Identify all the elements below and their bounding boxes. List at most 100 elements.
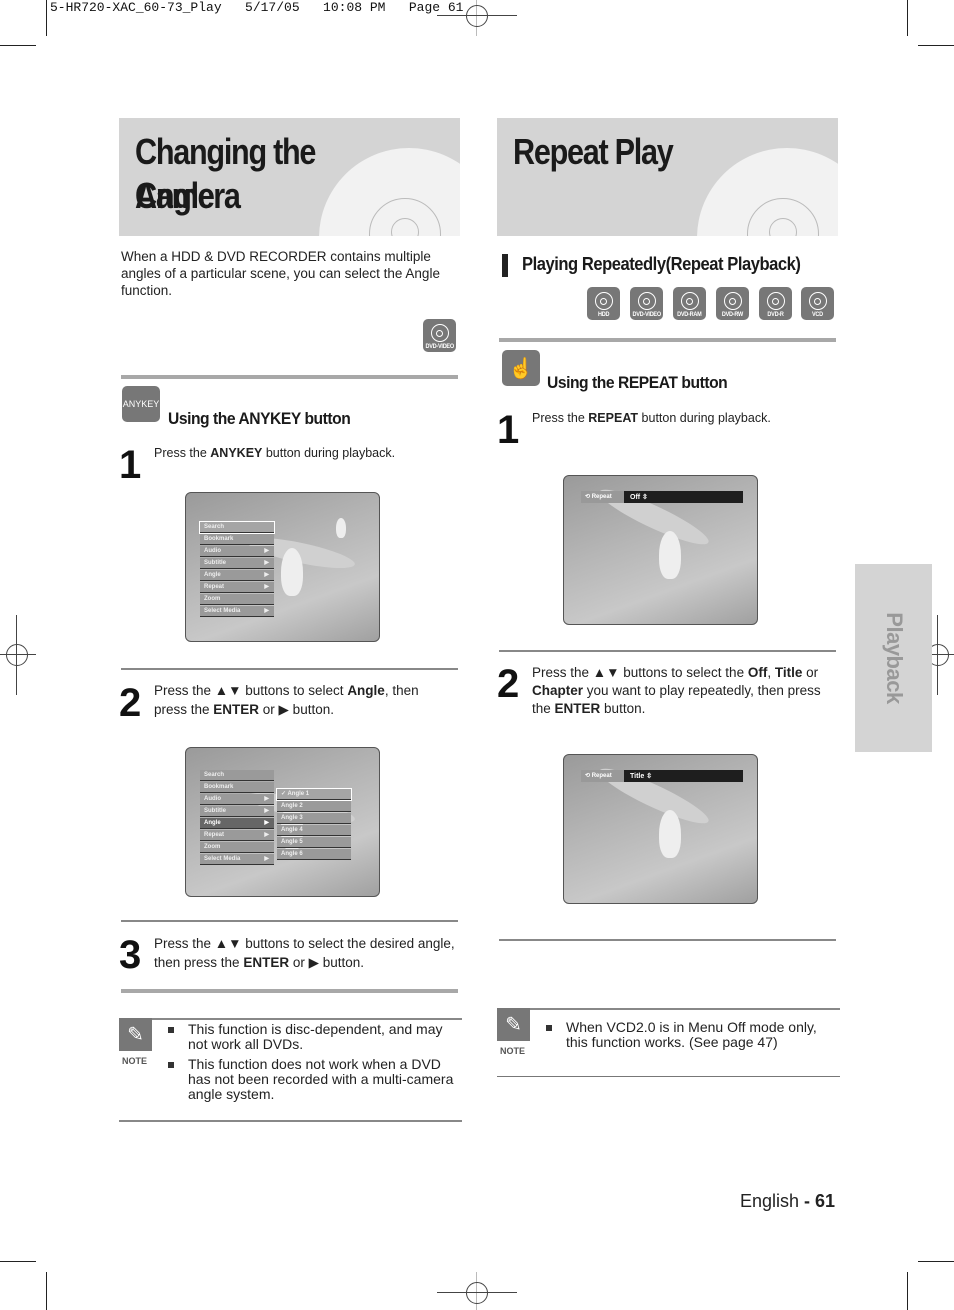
dvd-r-badge: DVD-R — [759, 287, 792, 320]
anykey-icon: ANYKEY — [122, 386, 160, 422]
chapter-side-tab: Playback — [855, 564, 932, 752]
repeat-osd-label: ⟲ Repeat — [581, 770, 624, 782]
step-number: 1 — [497, 408, 520, 452]
menu-item-audio[interactable]: Audio ▶ — [200, 794, 274, 805]
crop-mark — [0, 1261, 36, 1262]
repeat-osd-value[interactable]: Title ⇳ — [624, 772, 652, 780]
section-heading: Playing Repeatedly(Repeat Playback) — [522, 254, 801, 274]
print-slug: 5-HR720-XAC_60-73_Play 5/17/05 10:08 PM … — [50, 0, 464, 15]
divider — [121, 375, 458, 379]
disc-icon — [680, 292, 699, 310]
step-number: 2 — [497, 662, 520, 706]
step-1-text: Press the ANYKEY button during playback. — [154, 446, 396, 460]
page-title-line2: Angle — [135, 175, 215, 216]
menu-item-repeat[interactable]: Repeat ▶ — [200, 582, 274, 593]
note-item: This function does not work when a DVD h… — [166, 1057, 456, 1102]
menu-item-select-media[interactable]: Select Media ▶ — [200, 606, 274, 617]
crop-mark — [0, 45, 36, 46]
vcd-badge: VCD — [801, 287, 834, 320]
crop-mark — [918, 1261, 954, 1262]
menu-item-search[interactable]: Search — [199, 521, 275, 534]
dvd-ram-badge: DVD-RAM — [673, 287, 706, 320]
step-2-text: Press the ▲▼ buttons to select the Off, … — [532, 665, 821, 716]
angle-option[interactable]: Angle 5 — [277, 837, 351, 848]
note-list: This function is disc-dependent, and may… — [166, 1022, 456, 1107]
angle-option[interactable]: Angle 6 — [277, 849, 351, 860]
crop-mark — [46, 1272, 47, 1310]
hdd-icon — [594, 292, 613, 310]
menu-item-angle[interactable]: Angle ▶ — [200, 570, 274, 581]
dvd-video-badge: DVD-VIDEO — [423, 319, 456, 352]
step-number: 3 — [119, 933, 142, 977]
menu-item-bookmark[interactable]: Bookmark — [200, 782, 274, 793]
dvd-rw-badge: DVD-RW — [716, 287, 749, 320]
right-title-banner: Repeat Play — [497, 118, 838, 236]
hand-press-icon: ☝ — [502, 350, 540, 386]
intro-text: When a HDD & DVD RECORDER contains multi… — [121, 249, 440, 298]
crop-mark — [46, 0, 47, 36]
page-title: Repeat Play — [513, 131, 674, 172]
repeat-subheading: Using the REPEAT button — [547, 373, 728, 392]
disc-icon — [808, 292, 827, 310]
anykey-menu: Search Bookmark Audio ▶ Subtitle ▶ Angle ▶ … — [199, 521, 275, 618]
note-top-rule — [119, 1018, 462, 1020]
disc-icon — [637, 292, 656, 310]
crop-mark — [907, 0, 908, 36]
menu-item-search[interactable]: Search — [200, 770, 274, 781]
pencil-icon: ✎ — [119, 1018, 152, 1051]
menu-item-angle[interactable]: Angle ▶ — [200, 818, 274, 829]
angle-option[interactable]: ✓ Angle 1 — [276, 788, 352, 801]
divider — [121, 920, 458, 922]
chapter-tab-label: Playback — [881, 612, 907, 704]
seagull-image — [659, 531, 681, 579]
note-label: NOTE — [122, 1056, 148, 1066]
hdd-badge: HDD — [587, 287, 620, 320]
angle-submenu: ✓ Angle 1 Angle 2 Angle 3 Angle 4 Angle … — [276, 788, 352, 861]
note-list: When VCD2.0 is in Menu Off mode only, th… — [544, 1020, 834, 1055]
registration-mark — [466, 5, 488, 27]
step-2-text: Press the ▲▼ buttons to select Angle, th… — [154, 683, 419, 717]
repeat-osd-bar: ⟲ Repeat Off ⇳ — [581, 491, 743, 503]
divider — [499, 939, 836, 941]
disc-icon — [430, 324, 449, 342]
repeat-osd-label: ⟲ Repeat — [581, 491, 624, 503]
left-title-banner: Changing the Camera Angle — [119, 118, 460, 236]
registration-mark — [466, 1282, 488, 1304]
menu-item-zoom[interactable]: Zoom — [200, 842, 274, 853]
divider — [499, 650, 836, 652]
menu-item-bookmark[interactable]: Bookmark — [200, 534, 274, 545]
crop-mark — [907, 1272, 908, 1310]
disc-icon — [766, 292, 785, 310]
disc-icon — [723, 292, 742, 310]
angle-option[interactable]: Angle 3 — [277, 813, 351, 824]
note-bottom-rule — [119, 1120, 462, 1122]
step-number: 1 — [119, 443, 142, 487]
osd-screenshot-repeat-title: ⟲ Repeat Title ⇳ — [563, 754, 758, 904]
note-item: When VCD2.0 is in Menu Off mode only, th… — [544, 1020, 834, 1050]
anykey-menu: Search Bookmark Audio ▶ Subtitle ▶ Angle ▶ … — [200, 770, 274, 866]
step-number: 2 — [119, 681, 142, 725]
osd-screenshot-menu: Search Bookmark Audio ▶ Subtitle ▶ Angle ▶ … — [185, 492, 380, 642]
repeat-osd-bar: ⟲ Repeat Title ⇳ — [581, 770, 743, 782]
angle-option[interactable]: Angle 4 — [277, 825, 351, 836]
note-item: This function is disc-dependent, and may… — [166, 1022, 456, 1052]
crop-mark — [918, 45, 954, 46]
note-top-rule — [497, 1008, 840, 1010]
angle-option[interactable]: Angle 2 — [277, 801, 351, 812]
divider — [121, 668, 458, 670]
menu-item-audio[interactable]: Audio ▶ — [200, 546, 274, 557]
menu-item-select-media[interactable]: Select Media ▶ — [200, 854, 274, 865]
step-1-text: Press the REPEAT button during playback. — [532, 411, 771, 425]
repeat-osd-value[interactable]: Off ⇳ — [624, 493, 648, 501]
menu-item-subtitle[interactable]: Subtitle ▶ — [200, 558, 274, 569]
divider — [121, 989, 458, 993]
menu-item-zoom[interactable]: Zoom — [200, 594, 274, 605]
osd-screenshot-repeat-off: ⟲ Repeat Off ⇳ — [563, 475, 758, 625]
step-3-text: Press the ▲▼ buttons to select the desir… — [154, 936, 455, 970]
divider — [499, 338, 836, 342]
seagull-image — [281, 548, 303, 596]
menu-item-subtitle[interactable]: Subtitle ▶ — [200, 806, 274, 817]
menu-item-repeat[interactable]: Repeat ▶ — [200, 830, 274, 841]
note-bottom-rule — [497, 1076, 840, 1077]
section-bar — [502, 254, 508, 277]
